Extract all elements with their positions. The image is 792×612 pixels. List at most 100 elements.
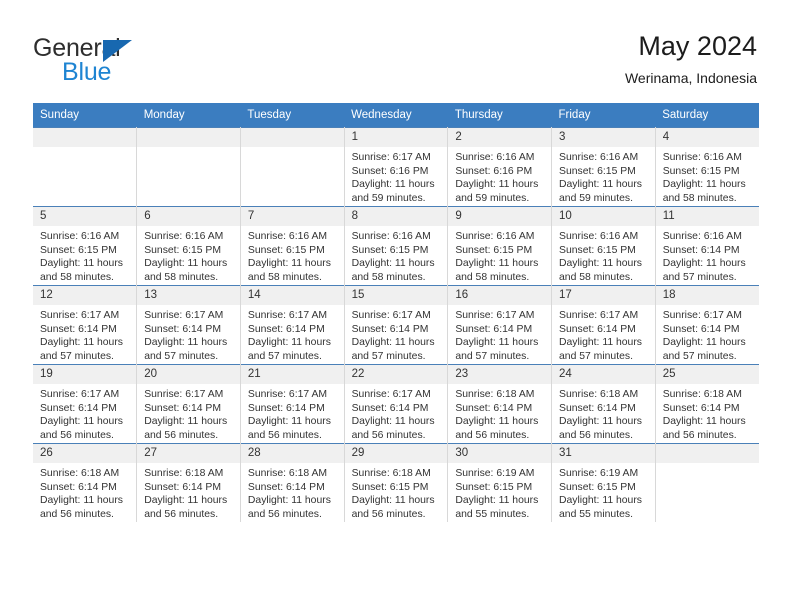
calendar-day-cell[interactable]: 29 Sunrise: 6:18 AM Sunset: 6:15 PM Dayligh… [344, 443, 449, 522]
weekday-header-thursday: Thursday [447, 103, 552, 128]
day-number [240, 128, 344, 147]
sunset-line: Sunset: 6:15 PM [455, 244, 533, 256]
day-detail: Sunrise: 6:16 AM Sunset: 6:15 PM Daylight:… [345, 226, 448, 284]
calendar-day-cell[interactable]: 24 Sunrise: 6:18 AM Sunset: 6:14 PM Dayligh… [551, 364, 656, 444]
calendar-header-row: Sunday Monday Tuesday Wednesday Thursday Frid… [33, 103, 759, 128]
sunrise-line: Sunrise: 6:19 AM [455, 468, 535, 479]
day-detail: Sunrise: 6:18 AM Sunset: 6:14 PM Daylight:… [448, 384, 551, 442]
daylight-line: and 57 minutes. [40, 350, 114, 362]
sunset-line: Sunset: 6:14 PM [351, 323, 429, 335]
sunset-line: Sunset: 6:15 PM [662, 165, 740, 177]
calendar-day-cell[interactable]: 28 Sunrise: 6:18 AM Sunset: 6:14 PM Dayligh… [240, 443, 345, 522]
generalblue-logo[interactable]: General Blue [33, 34, 243, 86]
calendar-day-cell[interactable]: 4 Sunrise: 6:16 AM Sunset: 6:15 PM Daylight… [655, 127, 759, 207]
day-detail: Sunrise: 6:16 AM Sunset: 6:15 PM Daylight:… [448, 226, 551, 284]
sunset-line: Sunset: 6:14 PM [144, 402, 222, 414]
day-number: 26 [33, 444, 137, 463]
sunrise-line: Sunrise: 6:17 AM [351, 389, 431, 400]
weekday-header-saturday: Saturday [655, 103, 759, 128]
sunset-line: Sunset: 6:14 PM [662, 244, 740, 256]
day-detail: Sunrise: 6:19 AM Sunset: 6:15 PM Daylight:… [552, 463, 655, 521]
day-detail: Sunrise: 6:19 AM Sunset: 6:15 PM Daylight:… [448, 463, 551, 521]
calendar-day-cell[interactable]: 9 Sunrise: 6:16 AM Sunset: 6:15 PM Daylight… [447, 206, 553, 286]
calendar-day-cell[interactable]: 16 Sunrise: 6:17 AM Sunset: 6:14 PM Dayligh… [447, 285, 553, 365]
sunrise-line: Sunrise: 6:16 AM [662, 231, 742, 242]
calendar-day-cell[interactable]: 23 Sunrise: 6:18 AM Sunset: 6:14 PM Dayligh… [447, 364, 553, 444]
calendar-day-cell[interactable]: 17 Sunrise: 6:17 AM Sunset: 6:14 PM Dayligh… [551, 285, 656, 365]
day-number: 5 [33, 207, 137, 226]
day-number: 11 [655, 207, 759, 226]
daylight-line: Daylight: 11 hours [247, 258, 331, 270]
calendar-week-row: 26 Sunrise: 6:18 AM Sunset: 6:14 PM Dayligh… [33, 443, 759, 522]
daylight-line: and 57 minutes. [559, 350, 633, 362]
day-number: 22 [344, 365, 448, 384]
calendar-day-cell[interactable]: 20 Sunrise: 6:17 AM Sunset: 6:14 PM Dayligh… [136, 364, 241, 444]
calendar-day-cell[interactable]: 6 Sunrise: 6:16 AM Sunset: 6:15 PM Daylight… [136, 206, 241, 286]
calendar-day-cell-empty [136, 127, 241, 207]
sunset-line: Sunset: 6:14 PM [144, 481, 222, 493]
daylight-line: and 58 minutes. [351, 271, 426, 283]
calendar-day-cell[interactable]: 11 Sunrise: 6:16 AM Sunset: 6:14 PM Dayligh… [655, 206, 759, 286]
daylight-line: and 56 minutes. [40, 429, 114, 441]
sunset-line: Sunset: 6:15 PM [144, 244, 222, 256]
calendar-day-cell[interactable]: 13 Sunrise: 6:17 AM Sunset: 6:14 PM Dayligh… [136, 285, 241, 365]
calendar-day-cell[interactable]: 3 Sunrise: 6:16 AM Sunset: 6:15 PM Daylight… [551, 127, 656, 207]
sunrise-line: Sunrise: 6:18 AM [144, 468, 224, 479]
daylight-line: and 59 minutes. [559, 192, 633, 204]
day-detail: Sunrise: 6:16 AM Sunset: 6:16 PM Daylight:… [448, 147, 551, 205]
daylight-line: Daylight: 11 hours [247, 416, 331, 428]
sunrise-line: Sunrise: 6:16 AM [351, 231, 431, 242]
title-block: May 2024 Werinama, Indonesia [625, 30, 757, 88]
sunrise-line: Sunrise: 6:16 AM [40, 231, 120, 242]
calendar-day-cell[interactable]: 18 Sunrise: 6:17 AM Sunset: 6:14 PM Dayligh… [655, 285, 759, 365]
calendar-day-cell[interactable]: 10 Sunrise: 6:16 AM Sunset: 6:15 PM Dayligh… [551, 206, 656, 286]
daylight-line: Daylight: 11 hours [662, 416, 746, 428]
daylight-line: Daylight: 11 hours [40, 416, 123, 428]
day-number: 9 [448, 207, 552, 226]
sunset-line: Sunset: 6:14 PM [247, 323, 325, 335]
daylight-line: and 59 minutes. [351, 192, 426, 204]
sunset-line: Sunset: 6:15 PM [351, 481, 429, 493]
daylight-line: Daylight: 11 hours [455, 495, 539, 507]
day-detail: Sunrise: 6:17 AM Sunset: 6:14 PM Daylight:… [345, 305, 448, 363]
sunrise-line: Sunrise: 6:16 AM [144, 231, 224, 242]
daylight-line: and 58 minutes. [559, 271, 633, 283]
calendar-day-cell[interactable]: 7 Sunrise: 6:16 AM Sunset: 6:15 PM Daylight… [240, 206, 345, 286]
daylight-line: Daylight: 11 hours [144, 495, 228, 507]
daylight-line: Daylight: 11 hours [144, 337, 228, 349]
calendar-day-cell[interactable]: 19 Sunrise: 6:17 AM Sunset: 6:14 PM Dayligh… [33, 364, 138, 444]
calendar-day-cell[interactable]: 27 Sunrise: 6:18 AM Sunset: 6:14 PM Dayligh… [136, 443, 241, 522]
daylight-line: Daylight: 11 hours [559, 495, 642, 507]
calendar-day-cell[interactable]: 14 Sunrise: 6:17 AM Sunset: 6:14 PM Dayligh… [240, 285, 345, 365]
day-detail: Sunrise: 6:16 AM Sunset: 6:15 PM Daylight:… [656, 147, 759, 205]
daylight-line: and 57 minutes. [662, 350, 737, 362]
day-detail: Sunrise: 6:18 AM Sunset: 6:15 PM Daylight:… [345, 463, 448, 521]
calendar-day-cell[interactable]: 5 Sunrise: 6:16 AM Sunset: 6:15 PM Daylight… [33, 206, 138, 286]
calendar-day-cell[interactable]: 21 Sunrise: 6:17 AM Sunset: 6:14 PM Dayligh… [240, 364, 345, 444]
calendar-day-cell[interactable]: 31 Sunrise: 6:19 AM Sunset: 6:15 PM Dayligh… [551, 443, 656, 522]
sunset-line: Sunset: 6:15 PM [455, 481, 533, 493]
sunset-line: Sunset: 6:14 PM [662, 323, 740, 335]
calendar-day-cell[interactable]: 15 Sunrise: 6:17 AM Sunset: 6:14 PM Dayligh… [344, 285, 449, 365]
calendar-day-cell[interactable]: 22 Sunrise: 6:17 AM Sunset: 6:14 PM Dayligh… [344, 364, 449, 444]
daylight-line: Daylight: 11 hours [662, 258, 746, 270]
weekday-header-friday: Friday [551, 103, 656, 128]
sunrise-line: Sunrise: 6:16 AM [559, 152, 639, 163]
sunrise-line: Sunrise: 6:17 AM [247, 389, 328, 400]
day-number [33, 128, 137, 147]
calendar-day-cell[interactable]: 8 Sunrise: 6:16 AM Sunset: 6:15 PM Daylight… [344, 206, 449, 286]
calendar-day-cell[interactable]: 12 Sunrise: 6:17 AM Sunset: 6:14 PM Dayligh… [33, 285, 138, 365]
calendar-day-cell[interactable]: 26 Sunrise: 6:18 AM Sunset: 6:14 PM Dayligh… [33, 443, 138, 522]
calendar-day-cell[interactable]: 1 Sunrise: 6:17 AM Sunset: 6:16 PM Daylight… [344, 127, 449, 207]
calendar-day-cell[interactable]: 2 Sunrise: 6:16 AM Sunset: 6:16 PM Daylight… [447, 127, 553, 207]
sunset-line: Sunset: 6:14 PM [559, 402, 636, 414]
sunrise-line: Sunrise: 6:17 AM [144, 310, 224, 321]
day-number: 10 [552, 207, 655, 226]
sunrise-line: Sunrise: 6:17 AM [40, 389, 120, 400]
calendar-day-cell-empty [655, 443, 759, 522]
day-detail: Sunrise: 6:17 AM Sunset: 6:14 PM Daylight:… [137, 384, 240, 442]
calendar-day-cell[interactable]: 30 Sunrise: 6:19 AM Sunset: 6:15 PM Dayligh… [447, 443, 553, 522]
calendar-day-cell[interactable]: 25 Sunrise: 6:18 AM Sunset: 6:14 PM Dayligh… [655, 364, 759, 444]
sunrise-line: Sunrise: 6:17 AM [40, 310, 120, 321]
day-number: 31 [552, 444, 655, 463]
